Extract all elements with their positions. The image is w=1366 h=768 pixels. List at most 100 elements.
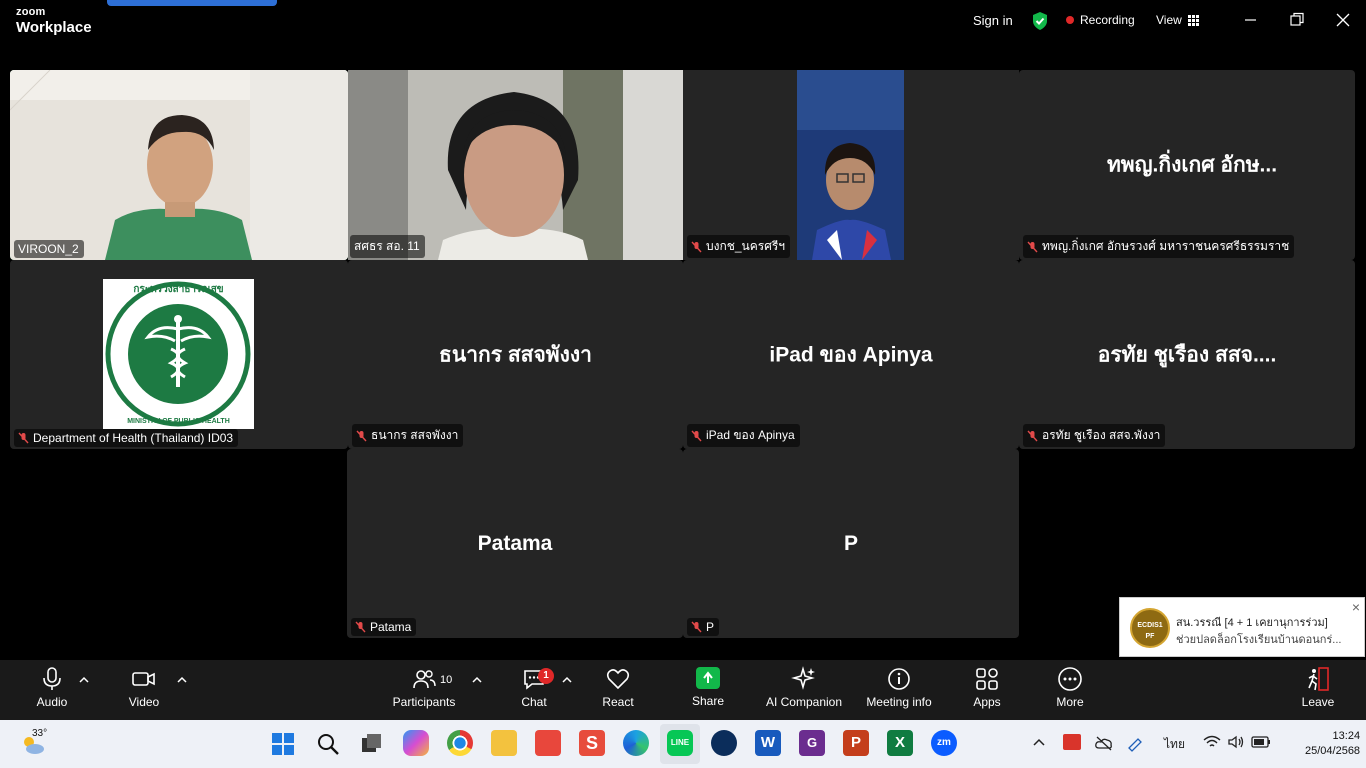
- avatar-text: PF: [1145, 633, 1155, 640]
- powerpoint-icon[interactable]: P: [843, 730, 869, 756]
- wps-office-icon[interactable]: S: [579, 730, 605, 756]
- participant-name-tag: P: [687, 618, 720, 636]
- restore-icon[interactable]: [1287, 10, 1307, 30]
- participants-count: 10: [440, 674, 453, 686]
- audio-button[interactable]: Audio: [32, 666, 72, 709]
- leave-button[interactable]: Leave: [1298, 666, 1338, 709]
- participant-tile-sathorn[interactable]: สศธร สอ. 11: [348, 70, 683, 260]
- wifi-icon[interactable]: [1203, 735, 1221, 749]
- participant-tile-bongkot[interactable]: บงกช_นครศรีฯ: [683, 70, 1019, 260]
- task-view-icon[interactable]: [360, 732, 384, 756]
- onedrive-offline-icon[interactable]: [1095, 735, 1113, 751]
- line-app-active-bg[interactable]: LINE: [660, 724, 700, 764]
- participant-tile-p[interactable]: P P: [683, 449, 1019, 638]
- chat-notification-toast[interactable]: ECDIS1 PF สน.วรรณี [4 + 1 เคยานุการร่วม]…: [1119, 597, 1365, 657]
- windows-start-icon[interactable]: [271, 732, 295, 756]
- audio-options-chevron-icon[interactable]: [79, 676, 89, 684]
- participant-name-tag: ธนากร สสจพังงา: [352, 424, 464, 447]
- zoom-taskbar-icon[interactable]: zm: [931, 730, 957, 756]
- system-clock[interactable]: 13:24 25/04/2568: [1305, 729, 1360, 759]
- react-button[interactable]: React: [598, 666, 638, 709]
- meeting-topic-strip[interactable]: [107, 0, 277, 6]
- apps-label: Apps: [973, 695, 1001, 709]
- participant-name: iPad ของ Apinya: [706, 428, 795, 442]
- microphone-icon: [43, 667, 61, 690]
- encryption-shield-icon[interactable]: [1031, 11, 1049, 31]
- meeting-info-button[interactable]: Meeting info: [861, 666, 937, 709]
- participant-tile-thanakorn[interactable]: ธนากร สสจพังงา ธนากร สสจพังงา: [348, 260, 683, 449]
- sender-avatar: ECDIS1 PF: [1130, 608, 1170, 648]
- participant-display-name: ธนากร สสจพังงา: [439, 343, 592, 366]
- search-icon[interactable]: [316, 732, 340, 756]
- react-label: React: [602, 695, 634, 709]
- participants-button[interactable]: Participants: [389, 666, 459, 709]
- mic-muted-icon: [691, 621, 702, 633]
- participant-tile-viroon[interactable]: VIROON_2: [10, 70, 348, 260]
- input-language-indicator[interactable]: ไทย: [1164, 735, 1185, 754]
- meeting-info-label: Meeting info: [866, 695, 932, 709]
- copilot-icon[interactable]: [403, 730, 429, 756]
- participant-display-name: P: [843, 531, 858, 555]
- video-options-chevron-icon[interactable]: [177, 676, 187, 684]
- participants-label: Participants: [392, 695, 456, 709]
- participant-tile-kingket[interactable]: ทพญ.กิ่งเกศ อักษ... ทพญ.กิ่งเกศ อักษรวงศ…: [1019, 70, 1355, 260]
- more-button[interactable]: More: [1050, 666, 1090, 709]
- battery-icon[interactable]: [1251, 736, 1271, 748]
- share-button[interactable]: Share: [688, 666, 728, 708]
- video-button[interactable]: Video: [124, 666, 164, 709]
- word-icon[interactable]: W: [755, 730, 781, 756]
- title-bar: zoom Workplace Sign in Recording View: [0, 0, 1366, 44]
- anydesk-tray-icon[interactable]: [1063, 734, 1081, 750]
- minimize-icon[interactable]: [1241, 10, 1261, 30]
- pen-input-icon[interactable]: [1126, 734, 1146, 752]
- pdf-editor-icon[interactable]: G: [799, 730, 825, 756]
- view-label: View: [1156, 13, 1182, 27]
- share-label: Share: [691, 694, 725, 708]
- zoom-workplace-logo: zoom Workplace: [16, 6, 92, 36]
- close-icon[interactable]: [1333, 10, 1353, 30]
- toast-message: ช่วยปลดล็อกโรงเรียนบ้านดอนกร่...: [1176, 634, 1342, 646]
- chat-label: Chat: [521, 695, 547, 709]
- audio-label: Audio: [36, 695, 68, 709]
- mic-muted-icon: [691, 430, 702, 441]
- logo-english-text: MINISTRY OF PUBLIC HEALTH: [127, 418, 230, 425]
- brand-small: zoom: [16, 6, 46, 18]
- participant-name-tag: บงกช_นครศรีฯ: [687, 235, 791, 258]
- sparkle-icon: [791, 666, 815, 690]
- meeting-toolbar: Audio Video Participants Chat React Shar…: [0, 660, 1366, 720]
- participant-name-tag: อรทัย ชูเรือง สสจ.พังงา: [1023, 424, 1166, 447]
- participant-name-tag: สศธร สอ. 11: [350, 235, 425, 258]
- participant-tile-orathai[interactable]: อรทัย ชูเรือง สสจ.... อรทัย ชูเรือง สสจ.…: [1019, 260, 1355, 449]
- recording-indicator[interactable]: Recording: [1066, 13, 1135, 27]
- show-hidden-icons-chevron-icon[interactable]: [1033, 737, 1045, 747]
- participant-video: [797, 70, 904, 260]
- webex-icon[interactable]: [711, 730, 737, 756]
- participant-name: P: [706, 620, 715, 634]
- toast-close-icon[interactable]: ×: [1352, 599, 1360, 615]
- sign-in-link[interactable]: Sign in: [973, 13, 1013, 28]
- chrome-icon[interactable]: [447, 730, 473, 756]
- chat-options-chevron-icon[interactable]: [562, 676, 572, 684]
- participant-tile-patama[interactable]: Patama Patama: [347, 449, 683, 638]
- participant-name: Department of Health (Thailand) ID03: [33, 431, 234, 445]
- volume-icon[interactable]: [1227, 735, 1245, 749]
- excel-icon[interactable]: X: [887, 730, 913, 756]
- share-screen-icon: [696, 667, 720, 689]
- participants-options-chevron-icon[interactable]: [472, 676, 482, 684]
- leave-label: Leave: [1301, 695, 1335, 709]
- participant-name-tag: ทพญ.กิ่งเกศ อักษรวงศ์ มหาราชนครศรีธรรมรา…: [1023, 235, 1295, 258]
- file-explorer-icon[interactable]: [491, 730, 517, 756]
- edge-icon[interactable]: [623, 730, 649, 756]
- participant-name: บงกช_นครศรีฯ: [706, 239, 786, 253]
- view-button[interactable]: View: [1156, 13, 1199, 27]
- ai-companion-button[interactable]: AI Companion: [760, 666, 848, 709]
- anydesk-icon[interactable]: [535, 730, 561, 756]
- participant-name: Patama: [370, 620, 412, 634]
- clock-date: 25/04/2568: [1305, 745, 1361, 757]
- weather-temperature: 33°: [32, 728, 48, 739]
- leave-door-icon: [1308, 667, 1329, 691]
- apps-button[interactable]: Apps: [967, 666, 1007, 709]
- participant-tile-ipad-apinya[interactable]: iPad ของ Apinya iPad ของ Apinya: [683, 260, 1019, 449]
- participant-tile-department-of-health[interactable]: กระทรวงสาธารณสุข MINISTRY OF PUBLIC HEAL…: [10, 260, 348, 449]
- participant-display-name: อรทัย ชูเรือง สสจ....: [1097, 343, 1277, 366]
